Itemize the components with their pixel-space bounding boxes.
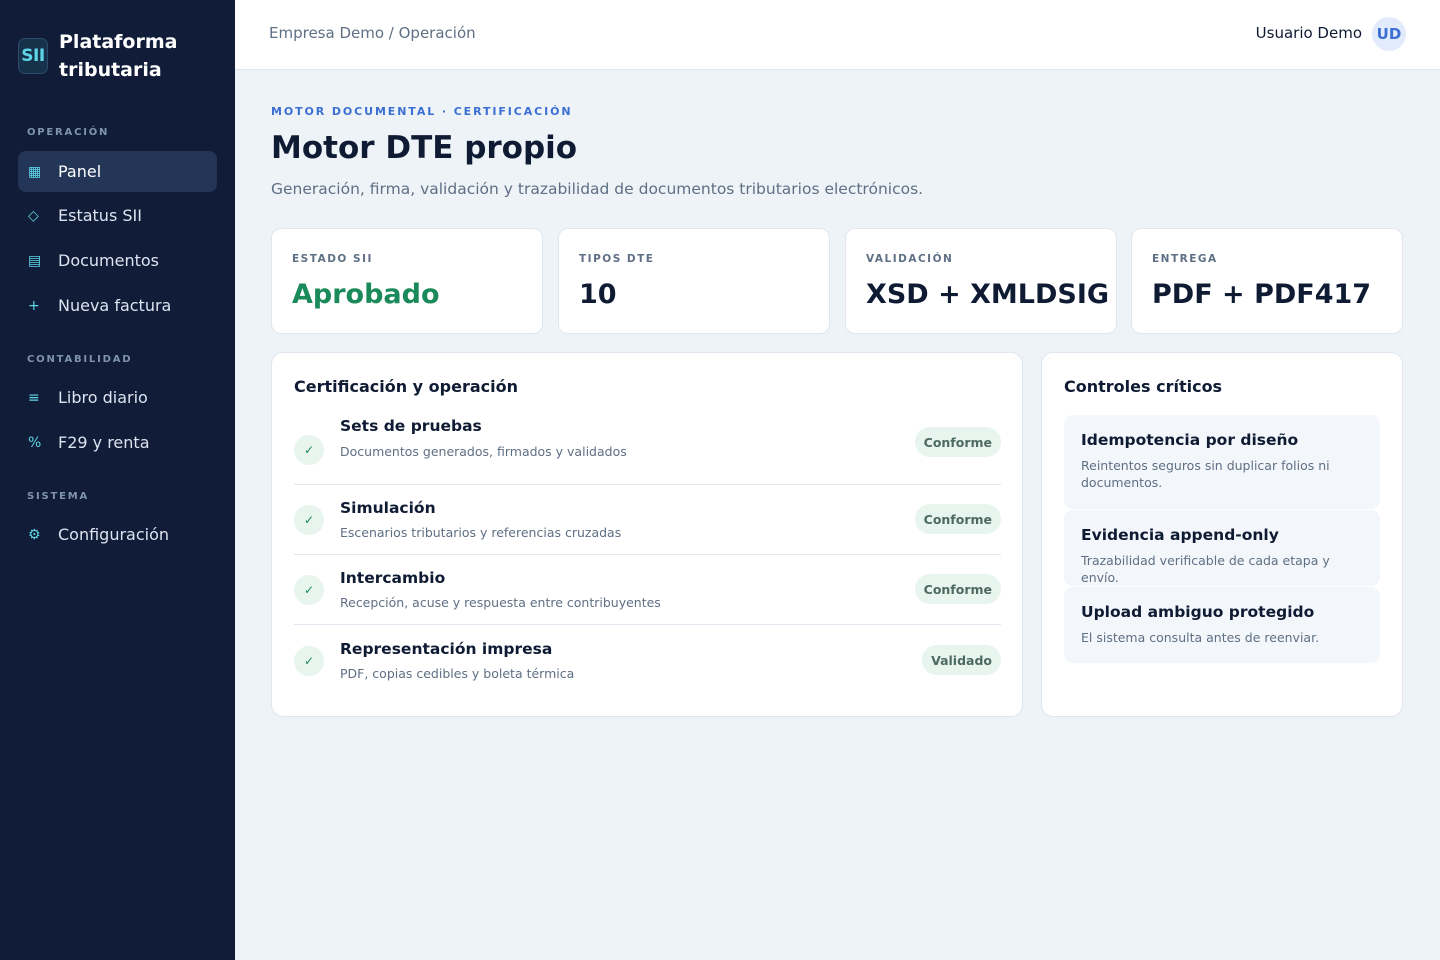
percent-icon: %	[28, 434, 42, 451]
stat-label: ENTREGA	[1152, 253, 1218, 265]
nav-section-title: OPERACIÓN	[27, 127, 110, 138]
sidebar-item-documentos[interactable]: ▤ Documentos	[18, 240, 217, 281]
control-description: Trazabilidad verificable de cada etapa y…	[1081, 553, 1330, 585]
sidebar-item-label: Panel	[58, 162, 102, 181]
stat-value: Aprobado	[292, 279, 440, 310]
stat-value: 10	[579, 279, 617, 310]
sidebar: SII Plataforma tributaria OPERACIÓN ▦ Pa…	[0, 0, 235, 960]
gear-icon: ⚙	[28, 526, 41, 543]
control-description: El sistema consulta antes de reenviar.	[1081, 630, 1320, 645]
sidebar-item-panel[interactable]: ▦ Panel	[18, 151, 217, 192]
avatar[interactable]: UD	[1372, 17, 1406, 51]
control-title: Idempotencia por diseño	[1081, 431, 1299, 449]
check-icon: ✓	[294, 505, 324, 535]
page-subtitle: Generación, firma, validación y trazabil…	[271, 180, 924, 198]
status-badge: Conforme	[914, 427, 1001, 457]
list-item-title: Sets de pruebas	[340, 417, 482, 435]
breadcrumb[interactable]: Empresa Demo / Operación	[269, 24, 476, 42]
status-badge: Conforme	[914, 504, 1001, 534]
document-icon: ▤	[28, 252, 42, 269]
control-title: Upload ambiguo protegido	[1081, 603, 1315, 621]
list-icon: ≡	[28, 389, 40, 406]
sidebar-item-label: F29 y renta	[58, 433, 150, 452]
sidebar-item-f29-renta[interactable]: % F29 y renta	[18, 422, 217, 463]
sidebar-item-label: Libro diario	[58, 388, 148, 407]
sidebar-item-label: Nueva factura	[58, 296, 172, 315]
panel-title: Controles críticos	[1064, 377, 1223, 396]
panel-title: Certificación y operación	[294, 377, 519, 396]
status-badge: Validado	[922, 645, 1001, 675]
check-icon: ✓	[294, 575, 324, 605]
stat-label: VALIDACIÓN	[866, 253, 954, 265]
list-item-description: PDF, copias cedibles y boleta térmica	[340, 666, 575, 681]
sidebar-item-label: Configuración	[58, 525, 170, 544]
stat-value: PDF + PDF417	[1152, 279, 1372, 310]
user-name[interactable]: Usuario Demo	[1256, 24, 1362, 42]
stat-card-estado-sii: ESTADO SII Aprobado	[271, 228, 543, 334]
list-item-description: Recepción, acuse y respuesta entre contr…	[340, 595, 661, 610]
list-item-description: Escenarios tributarios y referencias cru…	[340, 525, 622, 540]
nav-section-title: CONTABILIDAD	[27, 354, 133, 365]
sidebar-item-configuracion[interactable]: ⚙ Configuración	[18, 514, 217, 555]
brand-name: Plataforma tributaria	[59, 31, 178, 81]
plus-icon: +	[28, 297, 40, 314]
control-card: Idempotencia por diseño Reintentos segur…	[1064, 415, 1380, 509]
list-item-title: Intercambio	[340, 569, 446, 587]
list-item-description: Documentos generados, firmados y validad…	[340, 444, 627, 459]
top-bar: Empresa Demo / Operación Usuario Demo UD	[235, 0, 1440, 70]
sidebar-item-label: Estatus SII	[58, 206, 142, 225]
grid-icon: ▦	[28, 163, 42, 180]
controls-panel: Controles críticos Idempotencia por dise…	[1041, 352, 1403, 717]
sidebar-item-nueva-factura[interactable]: + Nueva factura	[18, 285, 217, 326]
stat-value: XSD + XMLDSIG	[866, 279, 1110, 310]
stat-card-tipos-dte: TIPOS DTE 10	[558, 228, 830, 334]
brand-logo: SII	[18, 38, 48, 74]
sidebar-item-estatus-sii[interactable]: ◇ Estatus SII	[18, 195, 217, 236]
control-card: Evidencia append-only Trazabilidad verif…	[1064, 510, 1380, 586]
check-icon: ✓	[294, 435, 324, 465]
list-item[interactable]: ✓ Intercambio Recepción, acuse y respues…	[294, 555, 1001, 625]
list-item[interactable]: ✓ Simulación Escenarios tributarios y re…	[294, 485, 1001, 555]
nav-section-title: SISTEMA	[27, 491, 90, 502]
stat-label: TIPOS DTE	[579, 253, 655, 265]
diamond-icon: ◇	[28, 207, 39, 224]
certification-panel: Certificación y operación ✓ Sets de prue…	[271, 352, 1023, 717]
status-badge: Conforme	[914, 574, 1001, 604]
stat-card-validacion: VALIDACIÓN XSD + XMLDSIG	[845, 228, 1117, 334]
brand[interactable]: SII Plataforma tributaria	[18, 28, 209, 84]
sidebar-item-libro-diario[interactable]: ≡ Libro diario	[18, 377, 217, 418]
list-item-title: Simulación	[340, 499, 436, 517]
sidebar-item-label: Documentos	[58, 251, 160, 270]
page-title: Motor DTE propio	[271, 130, 578, 166]
page-eyebrow: MOTOR DOCUMENTAL · CERTIFICACIÓN	[271, 105, 573, 118]
control-description: Reintentos seguros sin duplicar folios n…	[1081, 458, 1330, 490]
control-card: Upload ambiguo protegido El sistema cons…	[1064, 587, 1380, 663]
stat-card-entrega: ENTREGA PDF + PDF417	[1131, 228, 1403, 334]
list-item[interactable]: ✓ Representación impresa PDF, copias ced…	[294, 626, 1001, 696]
list-item[interactable]: ✓ Sets de pruebas Documentos generados, …	[294, 415, 1001, 485]
list-item-title: Representación impresa	[340, 640, 553, 658]
stat-label: ESTADO SII	[292, 253, 373, 265]
check-icon: ✓	[294, 646, 324, 676]
control-title: Evidencia append-only	[1081, 526, 1279, 544]
